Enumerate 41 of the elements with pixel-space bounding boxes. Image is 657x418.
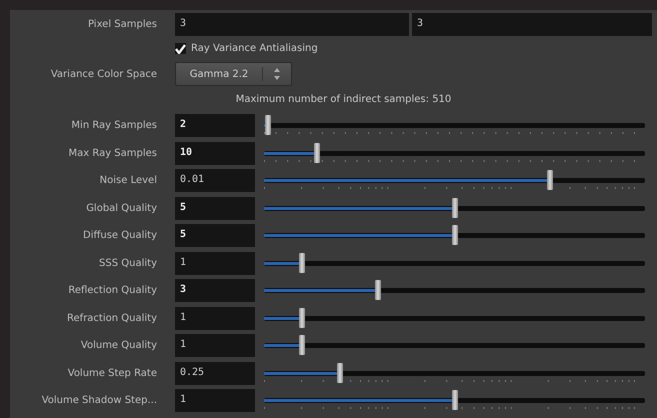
checkbox[interactable]: [175, 43, 186, 54]
input-field[interactable]: 3: [175, 279, 255, 302]
input-field[interactable]: 10: [175, 142, 255, 165]
slider-handle[interactable]: [546, 170, 553, 190]
input-field[interactable]: 1: [175, 252, 255, 275]
slider-handle[interactable]: [337, 362, 344, 383]
input-field[interactable]: 0.25: [175, 362, 255, 385]
slider-handle[interactable]: [452, 390, 458, 410]
input-field[interactable]: 1: [175, 334, 255, 358]
field-label: Global Quality: [86, 202, 157, 214]
field-label: Min Ray Samples: [71, 120, 157, 132]
field-label: Pixel Samples: [88, 18, 157, 30]
input-field[interactable]: 5: [175, 224, 255, 248]
slider-handle[interactable]: [452, 198, 458, 218]
field-label: Refraction Quality: [67, 312, 157, 324]
info-text: Maximum number of indirect samples: 510: [234, 93, 452, 107]
field-label: Diffuse Quality: [83, 230, 157, 242]
field-label: Variance Color Space: [50, 68, 157, 80]
slider-handle[interactable]: [299, 335, 306, 356]
slider-handle[interactable]: [299, 252, 306, 273]
field-label: Volume Step Rate: [68, 368, 157, 379]
slider-handle[interactable]: [452, 225, 458, 246]
field-label: Noise Level: [100, 175, 157, 186]
field-label: Volume Shadow Step...: [42, 395, 157, 406]
field-label: Max Ray Samples: [68, 148, 157, 159]
field-label: Volume Quality: [80, 340, 157, 352]
slider-handle[interactable]: [264, 115, 271, 136]
checkbox-label: Ray Variance Antialiasing: [191, 43, 318, 54]
field-label: SSS Quality: [99, 258, 157, 269]
dropdown[interactable]: Gamma 2.2: [175, 62, 292, 86]
input-field[interactable]: 2: [175, 114, 255, 138]
slider-handle[interactable]: [299, 308, 306, 328]
input-field[interactable]: 3: [412, 12, 652, 36]
input-field[interactable]: 5: [175, 196, 255, 220]
input-field[interactable]: 3: [175, 12, 409, 36]
input-field[interactable]: 0.01: [175, 169, 255, 192]
slider-handle[interactable]: [375, 280, 382, 300]
field-label: Reflection Quality: [68, 285, 157, 296]
input-field[interactable]: 1: [175, 389, 255, 412]
input-field[interactable]: 1: [175, 306, 255, 330]
slider-handle[interactable]: [314, 142, 320, 163]
